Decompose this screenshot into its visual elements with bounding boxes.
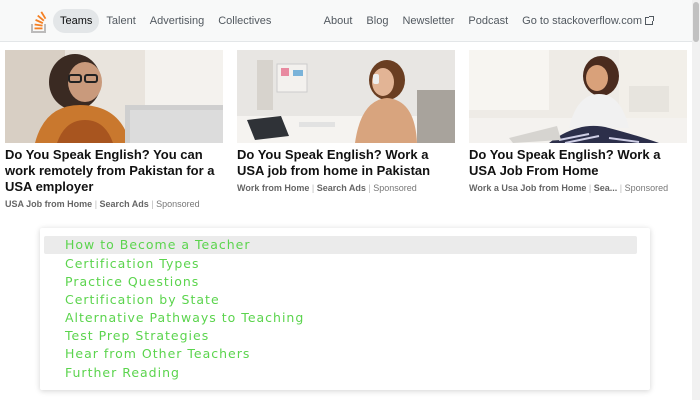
- ad-image-3[interactable]: [469, 50, 687, 143]
- table-of-contents: How to Become a Teacher Certification Ty…: [40, 228, 650, 390]
- ad-title-2[interactable]: Do You Speak English? Work a USA job fro…: [237, 147, 455, 179]
- nav-newsletter[interactable]: Newsletter: [395, 9, 461, 33]
- toc-item[interactable]: Further Reading: [65, 365, 180, 380]
- ad-meta-1: USA Job from Home | Search Ads | Sponsor…: [5, 199, 223, 209]
- nav-talent[interactable]: Talent: [99, 9, 142, 33]
- nav-left-group: Teams Talent Advertising Collectives: [53, 8, 278, 34]
- nav-blog[interactable]: Blog: [359, 9, 395, 33]
- ad-source-3[interactable]: Work a Usa Job from Home: [469, 183, 586, 193]
- nav-collectives[interactable]: Collectives: [211, 9, 278, 33]
- top-navigation: Teams Talent Advertising Collectives Abo…: [0, 0, 700, 42]
- ad-tag-1[interactable]: Search Ads: [100, 199, 149, 209]
- ad-source-2[interactable]: Work from Home: [237, 183, 309, 193]
- nav-stackoverflow-link[interactable]: Go to stackoverflow.com: [515, 9, 660, 33]
- nav-right-group: About Blog Newsletter Podcast Go to stac…: [317, 8, 660, 34]
- stackoverflow-link-label: Go to stackoverflow.com: [522, 15, 642, 27]
- ad-card-1[interactable]: Do You Speak English? You can work remot…: [5, 50, 223, 209]
- nav-about[interactable]: About: [317, 9, 360, 33]
- ad-card-3[interactable]: Do You Speak English? Work a USA Job Fro…: [469, 50, 687, 193]
- toc-item[interactable]: Certification Types: [65, 256, 199, 271]
- stackoverflow-logo-icon[interactable]: [30, 7, 48, 33]
- sponsored-label-2: Sponsored: [373, 183, 417, 193]
- ad-tag-3[interactable]: Sea...: [594, 183, 618, 193]
- page-scrollbar[interactable]: [692, 0, 700, 400]
- toc-item[interactable]: How to Become a Teacher: [44, 236, 637, 254]
- ad-meta-2: Work from Home | Search Ads | Sponsored: [237, 183, 455, 193]
- toc-item[interactable]: Practice Questions: [65, 274, 199, 289]
- nav-podcast[interactable]: Podcast: [461, 9, 515, 33]
- external-link-icon: [645, 16, 654, 25]
- nav-advertising[interactable]: Advertising: [143, 9, 211, 33]
- ad-image-1[interactable]: [5, 50, 223, 143]
- ad-title-1[interactable]: Do You Speak English? You can work remot…: [5, 147, 223, 195]
- sponsored-label-3: Sponsored: [624, 183, 669, 193]
- nav-teams[interactable]: Teams: [53, 9, 100, 33]
- ad-card-2[interactable]: Do You Speak English? Work a USA job fro…: [237, 50, 455, 193]
- toc-item[interactable]: Test Prep Strategies: [65, 328, 209, 343]
- ad-meta-3: Work a Usa Job from Home | Sea... | Spon…: [469, 183, 687, 193]
- scrollbar-thumb[interactable]: [693, 2, 699, 42]
- ad-image-2[interactable]: [237, 50, 455, 143]
- toc-item[interactable]: Certification by State: [65, 292, 220, 307]
- ad-title-3[interactable]: Do You Speak English? Work a USA Job Fro…: [469, 147, 687, 179]
- toc-item[interactable]: Alternative Pathways to Teaching: [65, 310, 304, 325]
- ad-source-1[interactable]: USA Job from Home: [5, 199, 92, 209]
- sponsored-label-1: Sponsored: [156, 199, 200, 209]
- ad-tag-2[interactable]: Search Ads: [317, 183, 366, 193]
- toc-item[interactable]: Hear from Other Teachers: [65, 346, 250, 361]
